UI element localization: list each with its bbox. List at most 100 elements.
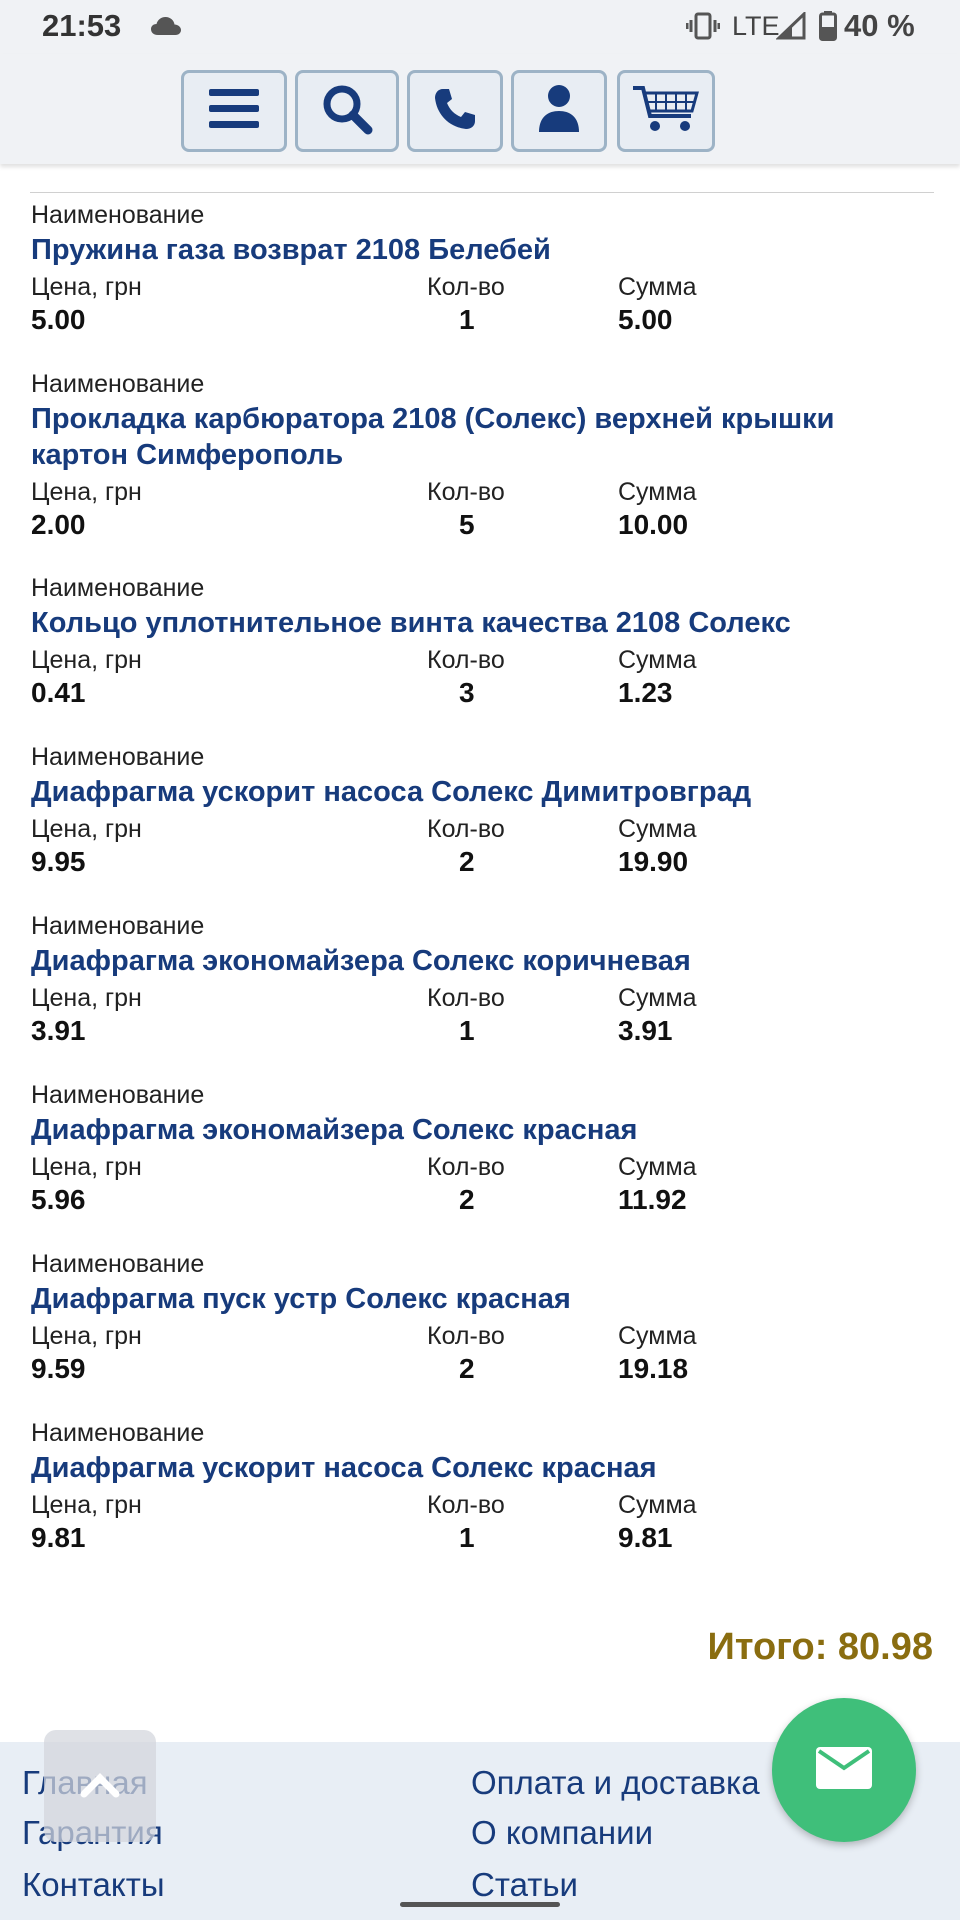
menu-icon [209,88,259,135]
list-item: Наименование Диафрагма экономайзера Соле… [31,911,931,1053]
qty-value: 5 [459,509,475,540]
qty-value: 1 [459,304,475,335]
sum-label: Сумма [618,1153,697,1181]
sum-value: 11.92 [618,1184,687,1215]
sum-value: 1.23 [618,677,673,708]
qty-label: Кол-во [427,984,505,1012]
qty-label: Кол-во [427,273,505,301]
list-item: Наименование Прокладка карбюратора 2108 … [31,369,931,547]
status-time: 21:53 [42,8,122,43]
price-value: 5.96 [31,1184,86,1215]
chevron-up-icon [80,1770,120,1803]
footer-link-about[interactable]: О компании [471,1814,653,1852]
phone-button[interactable] [407,70,503,152]
battery-icon [819,11,837,46]
name-caption: Наименование [31,201,205,229]
name-caption: Наименование [31,912,205,940]
cloud-icon [150,16,182,41]
product-name-link[interactable]: Пружина газа возврат 2108 Белебей [31,232,931,268]
sum-label: Сумма [618,646,697,674]
qty-value: 2 [459,1184,475,1215]
sum-value: 19.90 [618,846,689,877]
sum-label: Сумма [618,1322,697,1350]
price-value: 0.41 [31,677,86,708]
list-item: Наименование Пружина газа возврат 2108 Б… [31,200,931,342]
price-label: Цена, грн [31,646,142,674]
list-item: Наименование Кольцо уплотнительное винта… [31,573,931,715]
list-item: Наименование Диафрагма пуск устр Солекс … [31,1249,931,1391]
price-label: Цена, грн [31,1322,142,1350]
search-icon [321,83,373,140]
price-label: Цена, грн [31,815,142,843]
list-item: Наименование Диафрагма ускорит насоса Со… [31,1418,931,1560]
header-nav [0,54,960,164]
cart-icon [631,84,701,139]
sum-value: 19.18 [618,1353,689,1384]
signal-icon [775,10,806,45]
battery-percent: 40 % [844,8,915,43]
sum-value: 10.00 [618,509,689,540]
sum-label: Сумма [618,815,697,843]
network-label: LTE [732,11,780,41]
name-caption: Наименование [31,1250,205,1278]
product-name-link[interactable]: Диафрагма ускорит насоса Солекс Димитров… [31,774,931,810]
qty-label: Кол-во [427,646,505,674]
sum-value: 5.00 [618,304,673,335]
qty-value: 1 [459,1522,475,1553]
vibrate-icon [685,12,721,45]
price-label: Цена, грн [31,1153,142,1181]
sum-label: Сумма [618,273,697,301]
product-name-link[interactable]: Диафрагма ускорит насоса Солекс красная [31,1450,931,1486]
list-item: Наименование Диафрагма ускорит насоса Со… [31,742,931,884]
price-value: 2.00 [31,509,86,540]
account-button[interactable] [511,70,607,152]
product-name-link[interactable]: Кольцо уплотнительное винта качества 210… [31,605,931,641]
product-name-link[interactable]: Диафрагма экономайзера Солекс красная [31,1112,931,1148]
name-caption: Наименование [31,743,205,771]
name-caption: Наименование [31,370,205,398]
price-label: Цена, грн [31,984,142,1012]
list-divider [30,192,934,193]
footer-link-payment-delivery[interactable]: Оплата и доставка [471,1764,760,1802]
status-bar: 21:53 LTE 40 % [0,0,960,54]
price-label: Цена, грн [31,273,142,301]
product-name-link[interactable]: Диафрагма экономайзера Солекс коричневая [31,943,931,979]
search-button[interactable] [295,70,399,152]
name-caption: Наименование [31,1081,205,1109]
cart-button[interactable] [617,70,715,152]
sum-label: Сумма [618,478,697,506]
price-value: 9.95 [31,846,86,877]
name-caption: Наименование [31,1419,205,1447]
gesture-bar[interactable] [400,1902,560,1907]
qty-value: 1 [459,1015,475,1046]
mail-icon [816,1746,872,1794]
price-label: Цена, грн [31,478,142,506]
footer-link-articles[interactable]: Статьи [471,1866,578,1904]
sum-value: 3.91 [618,1015,673,1046]
sum-label: Сумма [618,984,697,1012]
footer-link-contacts[interactable]: Контакты [22,1866,165,1904]
sum-value: 9.81 [618,1522,673,1553]
qty-label: Кол-во [427,478,505,506]
user-icon [537,84,581,139]
qty-value: 2 [459,846,475,877]
price-value: 3.91 [31,1015,86,1046]
menu-button[interactable] [181,70,287,152]
message-fab-button[interactable] [772,1698,916,1842]
qty-label: Кол-во [427,1153,505,1181]
phone-icon [433,87,477,136]
order-total: Итого: 80.98 [707,1626,933,1668]
price-value: 9.81 [31,1522,86,1553]
sum-label: Сумма [618,1491,697,1519]
qty-label: Кол-во [427,1322,505,1350]
name-caption: Наименование [31,574,205,602]
qty-value: 3 [459,677,475,708]
price-value: 9.59 [31,1353,86,1384]
list-item: Наименование Диафрагма экономайзера Соле… [31,1080,931,1222]
qty-label: Кол-во [427,815,505,843]
price-value: 5.00 [31,304,86,335]
product-name-link[interactable]: Прокладка карбюратора 2108 (Солекс) верх… [31,401,931,473]
scroll-to-top-button[interactable] [44,1730,156,1842]
product-name-link[interactable]: Диафрагма пуск устр Солекс красная [31,1281,931,1317]
qty-value: 2 [459,1353,475,1384]
